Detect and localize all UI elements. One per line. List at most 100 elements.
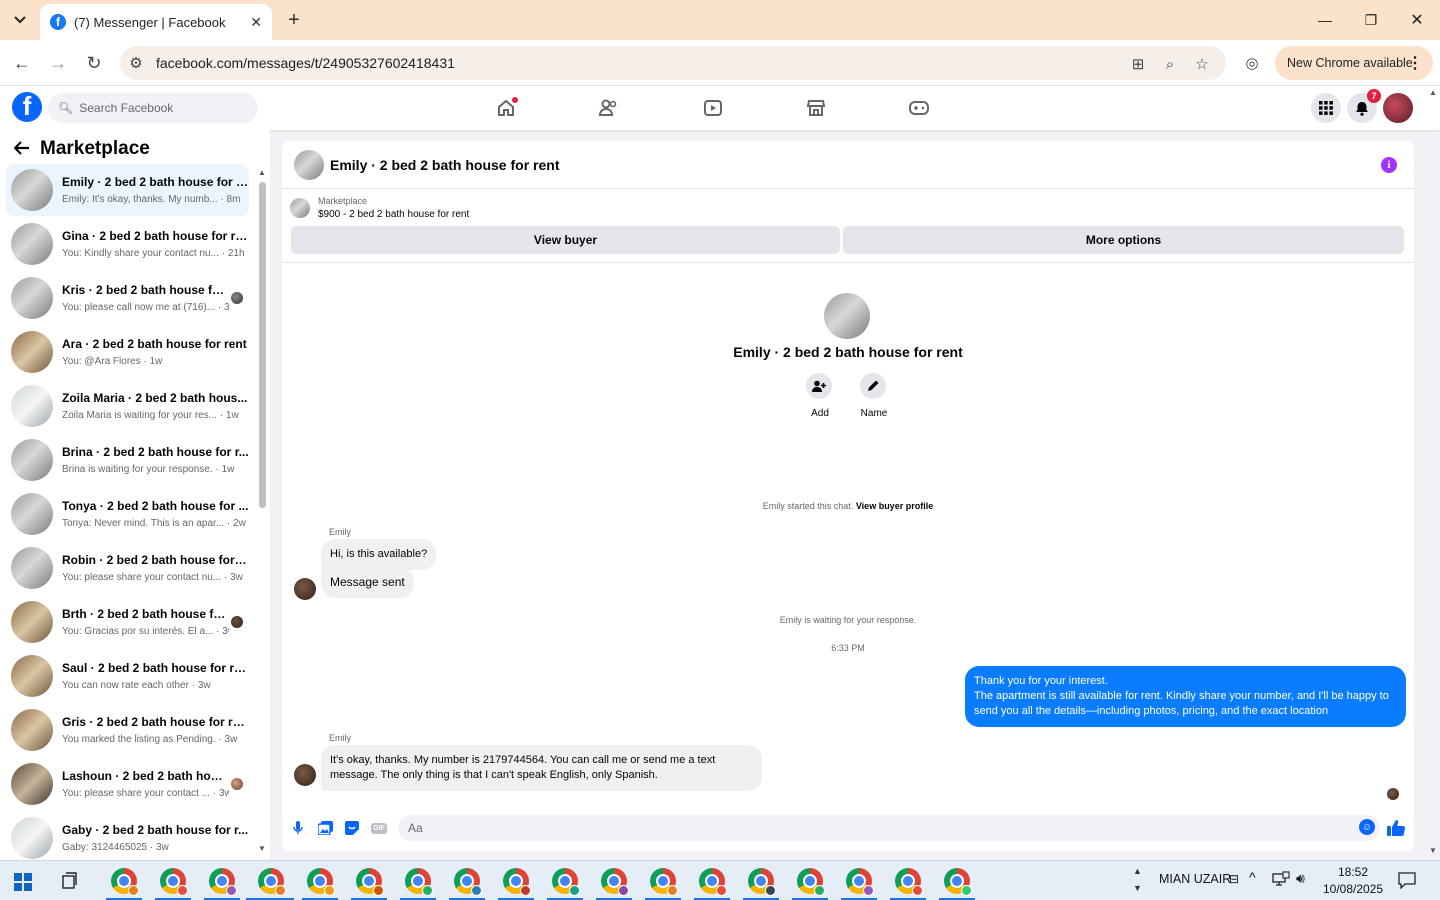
chat-title[interactable]: Emily · 2 bed 2 bath house for rent bbox=[330, 157, 559, 173]
chrome-taskbar-icon[interactable] bbox=[797, 868, 825, 896]
conversation-item[interactable]: Gaby · 2 bed 2 bath house for r... Gaby: … bbox=[6, 812, 249, 864]
chrome-taskbar-icon[interactable] bbox=[748, 868, 776, 896]
address-bar[interactable]: ⚙ facebook.com/messages/t/24905327602418… bbox=[120, 46, 1226, 80]
show-hidden-icons-icon[interactable]: ^ bbox=[1249, 869, 1256, 885]
chrome-taskbar-icon[interactable] bbox=[944, 868, 972, 896]
chrome-taskbar-icon[interactable] bbox=[111, 868, 139, 896]
conversation-item[interactable]: Saul · 2 bed 2 bath house for rent You ca… bbox=[6, 650, 249, 702]
windows-start-icon[interactable] bbox=[14, 873, 32, 896]
task-view-icon[interactable] bbox=[62, 872, 80, 895]
search-input[interactable]: 🔍︎ Search Facebook bbox=[48, 93, 258, 123]
more-menu-icon[interactable]: ⋮ bbox=[1407, 53, 1423, 73]
chrome-taskbar-icon[interactable] bbox=[699, 868, 727, 896]
photo-icon[interactable] bbox=[316, 819, 334, 837]
sidebar-title: Marketplace bbox=[40, 138, 150, 159]
chrome-taskbar-icon[interactable] bbox=[895, 868, 923, 896]
buyer-avatar[interactable] bbox=[824, 293, 870, 339]
page-scrollbar[interactable]: ▲ ▼ bbox=[1427, 86, 1440, 860]
sidebar-scrollbar[interactable]: ▲ ▼ bbox=[257, 168, 267, 858]
gaming-tab[interactable] bbox=[906, 95, 932, 121]
reload-button[interactable]: ↻ bbox=[82, 51, 106, 75]
close-tab-icon[interactable]: ✕ bbox=[250, 14, 262, 31]
conversation-name: Gina · 2 bed 2 bath house for re... bbox=[62, 229, 249, 243]
message-bubble[interactable]: Hi, is this available? bbox=[321, 539, 437, 570]
message-bubble[interactable]: It's okay, thanks. My number is 21797445… bbox=[321, 745, 762, 791]
marketplace-tab[interactable] bbox=[803, 95, 829, 121]
chrome-taskbar-icon[interactable] bbox=[356, 868, 384, 896]
scroll-up-icon[interactable]: ▲ bbox=[257, 168, 267, 177]
chrome-taskbar-icon[interactable] bbox=[601, 868, 629, 896]
emoji-icon[interactable]: ☺ bbox=[1359, 819, 1375, 835]
info-icon[interactable]: i bbox=[1381, 157, 1397, 173]
chrome-taskbar-icon[interactable] bbox=[552, 868, 580, 896]
chrome-taskbar-icon[interactable] bbox=[454, 868, 482, 896]
notification-badge: 7 bbox=[1367, 89, 1381, 103]
conversation-item[interactable]: Ara · 2 bed 2 bath house for rent You: @A… bbox=[6, 326, 249, 378]
my-message-bubble[interactable]: Thank you for your interest. The apartme… bbox=[965, 666, 1406, 727]
chrome-taskbar-icon[interactable] bbox=[209, 868, 237, 896]
name-action[interactable]: Name bbox=[860, 373, 888, 419]
conversation-preview: You: please call now me at (716)... · 3d bbox=[62, 302, 229, 313]
back-arrow-icon[interactable] bbox=[13, 139, 30, 160]
bookmark-star-icon[interactable]: ☆ bbox=[1192, 54, 1212, 74]
conversation-item[interactable]: Zoila Maria · 2 bed 2 bath hous... Zoila … bbox=[6, 380, 249, 432]
close-window-button[interactable]: ✕ bbox=[1394, 0, 1440, 40]
scrollbar-thumb[interactable] bbox=[259, 182, 266, 508]
zoom-icon[interactable]: ⌕ bbox=[1160, 54, 1180, 74]
view-buyer-profile-link[interactable]: View buyer profile bbox=[856, 501, 933, 511]
microphone-icon[interactable] bbox=[289, 819, 307, 837]
profile-icon[interactable]: ◎ bbox=[1242, 53, 1262, 73]
chrome-taskbar-icon[interactable] bbox=[650, 868, 678, 896]
new-chrome-available-button[interactable]: New Chrome available ⋮ bbox=[1275, 46, 1433, 80]
chrome-taskbar-icon-active[interactable] bbox=[258, 868, 286, 896]
more-options-button[interactable]: More options bbox=[843, 226, 1404, 254]
video-tab[interactable] bbox=[700, 95, 726, 121]
conversation-item[interactable]: Gris · 2 bed 2 bath house for rent You ma… bbox=[6, 704, 249, 756]
action-center-icon[interactable] bbox=[1398, 872, 1416, 894]
user-label[interactable]: MIAN UZAIR bbox=[1159, 872, 1231, 886]
clock[interactable]: 18:52 10/08/2025 bbox=[1322, 864, 1384, 898]
menu-button[interactable] bbox=[1311, 93, 1341, 123]
network-icon[interactable] bbox=[1272, 871, 1290, 890]
message-bubble[interactable]: Message sent bbox=[321, 567, 414, 598]
minimize-button[interactable]: — bbox=[1302, 0, 1348, 40]
listing-summary[interactable]: Marketplace $900 - 2 bed 2 bath house fo… bbox=[290, 196, 469, 220]
scroll-down-icon[interactable]: ▼ bbox=[1429, 846, 1437, 855]
scroll-down-icon[interactable]: ▼ bbox=[257, 844, 267, 853]
conversation-item[interactable]: Kris · 2 bed 2 bath house for ... You: pl… bbox=[6, 272, 249, 324]
chrome-taskbar-icon[interactable] bbox=[846, 868, 874, 896]
forward-button[interactable]: → bbox=[46, 51, 70, 75]
chrome-taskbar-icon[interactable] bbox=[160, 868, 188, 896]
sticker-icon[interactable] bbox=[343, 819, 361, 837]
conversation-item[interactable]: Gina · 2 bed 2 bath house for re... You: … bbox=[6, 218, 249, 270]
new-tab-button[interactable]: + bbox=[282, 8, 306, 32]
message-input[interactable]: Aa bbox=[398, 815, 1380, 841]
chrome-taskbar-icon[interactable] bbox=[307, 868, 335, 896]
gif-icon[interactable]: GIF bbox=[370, 819, 388, 837]
maximize-button[interactable]: ❐ bbox=[1348, 0, 1394, 40]
chat-avatar[interactable] bbox=[294, 149, 324, 180]
volume-icon[interactable]: 🔊︎ bbox=[1296, 870, 1305, 887]
conversation-item[interactable]: Emily · 2 bed 2 bath house for r... Emily… bbox=[6, 164, 249, 216]
tab-search-button[interactable] bbox=[8, 8, 32, 32]
browser-tab-messenger[interactable]: f (7) Messenger | Facebook ✕ bbox=[40, 4, 272, 40]
view-buyer-button[interactable]: View buyer bbox=[291, 226, 840, 254]
conversation-item[interactable]: Brina · 2 bed 2 bath house for r... Brina… bbox=[6, 434, 249, 486]
folder-icon[interactable]: ⊟ bbox=[1229, 872, 1239, 886]
chrome-taskbar-icon[interactable] bbox=[405, 868, 433, 896]
conversation-item[interactable]: Brth · 2 bed 2 bath house for... You: Gra… bbox=[6, 596, 249, 648]
add-action[interactable]: Add bbox=[806, 373, 834, 419]
back-button[interactable]: ← bbox=[10, 51, 34, 75]
scroll-up-icon[interactable]: ▲ bbox=[1429, 88, 1437, 97]
taskbar-scroll-icon[interactable]: ▲ ▼ bbox=[1133, 863, 1142, 897]
site-settings-icon[interactable]: ⚙ bbox=[126, 53, 146, 73]
account-avatar[interactable] bbox=[1383, 93, 1413, 123]
conversation-item[interactable]: Robin · 2 bed 2 bath house for r... You: … bbox=[6, 542, 249, 594]
thumbs-up-icon[interactable] bbox=[1387, 818, 1405, 836]
install-app-icon[interactable]: ⊞ bbox=[1128, 54, 1148, 74]
conversation-item[interactable]: Lashoun · 2 bed 2 bath house... You: plea… bbox=[6, 758, 249, 810]
conversation-item[interactable]: Tonya · 2 bed 2 bath house for ... Tonya:… bbox=[6, 488, 249, 540]
chrome-taskbar-icon[interactable] bbox=[503, 868, 531, 896]
facebook-logo-icon[interactable]: f bbox=[12, 92, 42, 122]
friends-tab[interactable] bbox=[596, 95, 622, 121]
